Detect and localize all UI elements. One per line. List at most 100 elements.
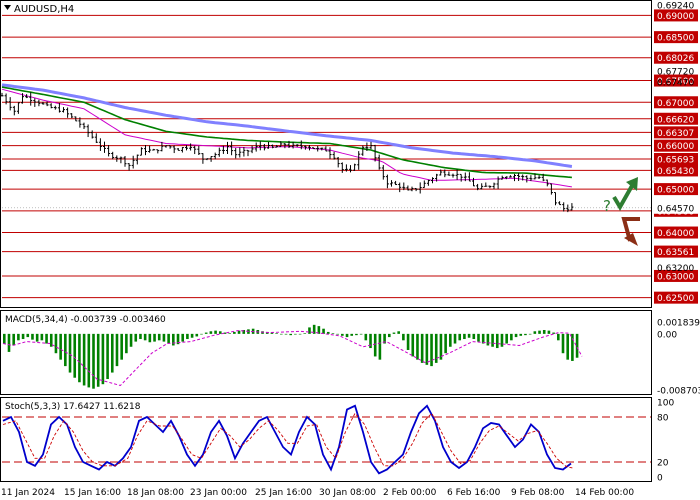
macd-bar bbox=[571, 333, 574, 361]
macd-bar bbox=[73, 333, 77, 378]
macd-bar bbox=[533, 331, 537, 334]
macd-bar bbox=[7, 333, 11, 352]
time-tick-label: 14 Feb 00:00 bbox=[575, 488, 634, 498]
macd-bar bbox=[115, 333, 119, 367]
level-price-label: 0.69000 bbox=[657, 12, 694, 22]
macd-bar bbox=[495, 333, 499, 349]
macd-bar bbox=[557, 333, 560, 341]
macd-bar bbox=[359, 333, 363, 335]
price-tick-label: 0.67720 bbox=[657, 68, 694, 78]
price-tick-label: 0.69240 bbox=[657, 2, 694, 12]
macd-bar bbox=[566, 333, 569, 360]
macd-bar bbox=[275, 333, 278, 334]
macd-axis-label: 0.00 bbox=[657, 330, 677, 340]
macd-bar bbox=[326, 331, 330, 334]
macd-bar bbox=[491, 333, 494, 347]
level-price-label: 0.63000 bbox=[657, 272, 694, 282]
macd-bar bbox=[289, 333, 292, 336]
level-price-label: 0.67000 bbox=[657, 99, 694, 109]
macd-bar bbox=[514, 333, 518, 338]
macd-bar bbox=[420, 333, 424, 363]
stoch-axis-label: 20 bbox=[657, 459, 669, 469]
macd-bar bbox=[387, 333, 391, 338]
macd-bar bbox=[125, 333, 128, 354]
macd-bar bbox=[355, 333, 358, 336]
level-price-label: 0.62500 bbox=[657, 294, 694, 304]
macd-bar bbox=[519, 333, 523, 336]
macd-bar bbox=[472, 333, 476, 340]
question-mark: ? bbox=[603, 197, 611, 215]
macd-bar bbox=[449, 333, 452, 347]
macd-bar bbox=[148, 333, 152, 343]
macd-bar bbox=[280, 333, 283, 335]
macd-bar bbox=[209, 331, 213, 334]
current-price-label: 0.64570 bbox=[657, 204, 694, 214]
macd-bar bbox=[284, 333, 288, 335]
level-price-label: 0.68026 bbox=[657, 54, 694, 64]
macd-bar bbox=[139, 333, 142, 340]
macd-bar bbox=[106, 333, 109, 380]
macd-bar bbox=[575, 333, 579, 358]
macd-bar bbox=[87, 333, 91, 388]
macd-bar bbox=[162, 333, 166, 342]
macd-bar bbox=[430, 333, 433, 367]
macd-bar bbox=[505, 333, 508, 344]
macd-bar bbox=[303, 333, 307, 334]
macd-bar bbox=[200, 333, 203, 335]
macd-bar bbox=[369, 333, 372, 349]
time-tick-label: 30 Jan 08:00 bbox=[319, 488, 376, 498]
macd-bar bbox=[486, 333, 490, 346]
macd-axis-label: 0.001839 bbox=[657, 319, 700, 329]
macd-bar bbox=[110, 333, 114, 373]
price-tick-label: 0.63200 bbox=[657, 264, 694, 274]
time-tick-label: 11 Jan 2024 bbox=[1, 488, 55, 498]
macd-bar bbox=[157, 333, 161, 341]
macd-bar bbox=[397, 331, 400, 334]
macd-bar bbox=[467, 333, 471, 338]
macd-bar bbox=[298, 333, 302, 335]
macd-bar bbox=[218, 331, 222, 334]
chart-canvas: 0.690000.685000.680260.675000.670000.666… bbox=[0, 0, 700, 498]
price-pane-frame bbox=[0, 0, 652, 308]
macd-bar bbox=[120, 333, 123, 360]
macd-bar bbox=[82, 333, 86, 386]
macd-bar bbox=[458, 333, 462, 341]
macd-bar bbox=[45, 333, 48, 344]
macd-bar bbox=[345, 333, 349, 338]
level-price-label: 0.66620 bbox=[657, 115, 694, 125]
macd-bar bbox=[17, 333, 20, 341]
macd-bar bbox=[21, 333, 25, 340]
macd-bar bbox=[477, 333, 480, 342]
macd-bar bbox=[153, 333, 156, 342]
macd-bar bbox=[172, 333, 175, 346]
macd-bar bbox=[3, 333, 6, 344]
macd-bar bbox=[181, 333, 185, 342]
macd-bar bbox=[547, 330, 551, 334]
macd-bar bbox=[35, 333, 39, 342]
macd-bar bbox=[463, 333, 466, 340]
macd-bar bbox=[143, 333, 147, 341]
stoch-axis-label: 100 bbox=[657, 399, 674, 409]
macd-bar bbox=[411, 333, 415, 357]
macd-bar bbox=[444, 333, 447, 354]
macd-bar bbox=[101, 333, 105, 385]
stoch-title: Stoch(5,3,3) 17.6427 11.6218 bbox=[5, 402, 141, 412]
chart-root: 0.69000 0.68500 0.68026 0.67500 0.67000 0.666… bbox=[0, 0, 700, 500]
level-price-label: 0.68500 bbox=[657, 34, 694, 44]
macd-bar bbox=[195, 333, 199, 337]
time-tick-label: 15 Jan 16:00 bbox=[64, 488, 121, 498]
time-tick-label: 9 Feb 08:00 bbox=[511, 488, 565, 498]
macd-bar bbox=[561, 333, 565, 354]
macd-bar bbox=[167, 333, 170, 344]
macd-bar bbox=[510, 333, 513, 341]
macd-bar bbox=[453, 333, 457, 344]
time-tick-label: 6 Feb 16:00 bbox=[447, 488, 501, 498]
macd-bar bbox=[204, 332, 208, 334]
stoch-axis-label: 0 bbox=[657, 474, 663, 484]
level-price-label: 0.66000 bbox=[657, 142, 694, 152]
macd-bar bbox=[12, 333, 15, 346]
macd-bar bbox=[40, 333, 44, 341]
macd-bar bbox=[425, 333, 429, 365]
time-tick-label: 23 Jan 00:00 bbox=[190, 488, 247, 498]
macd-bar bbox=[233, 331, 236, 334]
